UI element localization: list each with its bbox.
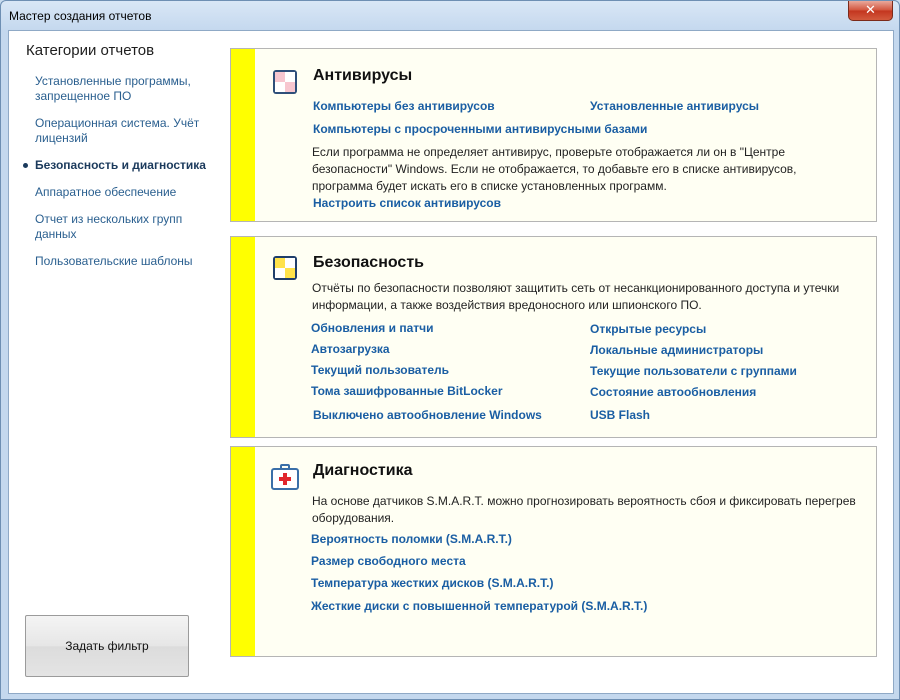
sidebar-item-hardware[interactable]: Аппаратное обеспечение (35, 185, 210, 200)
link-auto-update-status[interactable]: Состояние автообновления (590, 385, 756, 399)
close-icon: ✕ (865, 2, 876, 17)
sidebar-item-operating-system[interactable]: Операционная система. Учёт лицензий (35, 116, 210, 146)
wizard-window: Мастер создания отчетов ✕ Категории отче… (0, 0, 900, 700)
sidebar: Категории отчетов Установленные программ… (9, 31, 214, 693)
sidebar-item-security-diagnostics[interactable]: Безопасность и диагностика (23, 158, 210, 173)
link-auto-update-disabled[interactable]: Выключено автообновление Windows (313, 408, 542, 422)
link-current-user[interactable]: Текущий пользователь (311, 363, 449, 377)
antivirus-shield-icon (273, 70, 297, 94)
link-usb-flash[interactable]: USB Flash (590, 408, 650, 422)
link-computers-without-antivirus[interactable]: Компьютеры без антивирусов (313, 99, 495, 113)
link-free-space[interactable]: Размер свободного места (311, 554, 466, 568)
sidebar-heading: Категории отчетов (26, 42, 155, 59)
antivirus-panel: Антивирусы Компьютеры без антивирусов Ус… (230, 48, 877, 222)
first-aid-kit-icon (271, 464, 299, 490)
link-local-admins[interactable]: Локальные администраторы (590, 343, 763, 357)
link-disk-temperature[interactable]: Температура жестких дисков (S.M.A.R.T.) (311, 576, 553, 590)
panel-stripe (231, 237, 255, 437)
link-open-shares[interactable]: Открытые ресурсы (590, 322, 706, 336)
link-failure-probability[interactable]: Вероятность поломки (S.M.A.R.T.) (311, 532, 512, 546)
close-button[interactable]: ✕ (848, 1, 893, 21)
window-title: Мастер создания отчетов (9, 9, 152, 23)
link-overheated-disks[interactable]: Жесткие диски с повышенной температурой … (311, 599, 647, 613)
set-filter-button[interactable]: Задать фильтр (25, 615, 189, 677)
link-autostart[interactable]: Автозагрузка (311, 342, 390, 356)
link-bitlocker-volumes[interactable]: Тома зашифрованные BitLocker (311, 384, 502, 398)
security-description: Отчёты по безопасности позволяют защитит… (312, 281, 840, 312)
title-bar[interactable]: Мастер создания отчетов ✕ (1, 1, 899, 29)
sidebar-item-multi-group-report[interactable]: Отчет из нескольких групп данных (35, 212, 210, 242)
link-installed-antivirus[interactable]: Установленные антивирусы (590, 99, 759, 113)
antivirus-description: Если программа не определяет антивирус, … (312, 145, 797, 193)
sidebar-item-installed-programs[interactable]: Установленные программы, запрещенное ПО (35, 74, 210, 104)
security-shield-icon (273, 256, 297, 280)
category-nav: Установленные программы, запрещенное ПО … (23, 74, 210, 281)
panel-stripe (231, 447, 255, 656)
link-outdated-antivirus-bases[interactable]: Компьютеры с просроченными антивирусными… (313, 122, 647, 136)
panel-stripe (231, 49, 255, 221)
security-panel: Безопасность Отчёты по безопасности позв… (230, 236, 877, 438)
antivirus-title: Антивирусы (313, 67, 413, 84)
security-title: Безопасность (313, 254, 424, 271)
client-area: Категории отчетов Установленные программ… (8, 30, 894, 694)
diagnostics-panel: Диагностика На основе датчиков S.M.A.R.T… (230, 446, 877, 657)
diagnostics-description: На основе датчиков S.M.A.R.T. можно прог… (312, 494, 856, 525)
diagnostics-title: Диагностика (313, 462, 413, 479)
sidebar-item-user-templates[interactable]: Пользовательские шаблоны (35, 254, 210, 269)
link-updates-patches[interactable]: Обновления и патчи (311, 321, 434, 335)
link-current-users-groups[interactable]: Текущие пользователи с группами (590, 364, 797, 378)
link-configure-antivirus-list[interactable]: Настроить список антивирусов (313, 196, 501, 210)
